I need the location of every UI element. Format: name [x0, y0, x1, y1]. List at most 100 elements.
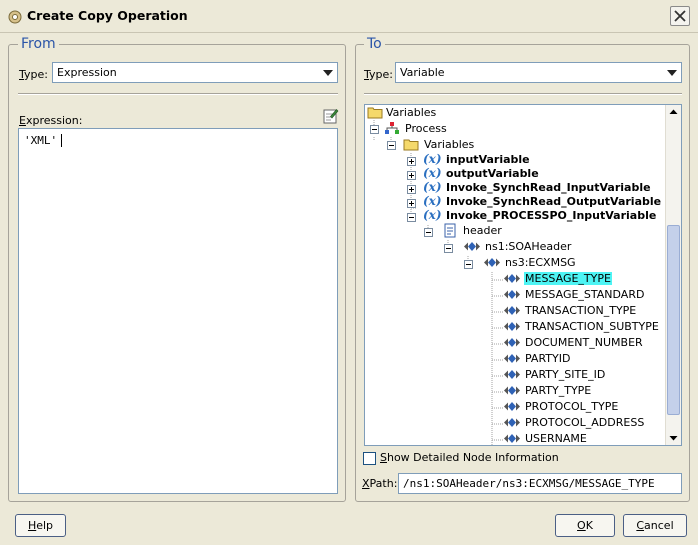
tree-node-header[interactable]: header [443, 223, 643, 239]
element-icon [504, 370, 520, 379]
to-type-label: Type: [364, 68, 393, 81]
element-icon [504, 386, 520, 395]
element-icon [504, 290, 520, 299]
expression-label: Expression: [19, 114, 83, 127]
from-type-label: Type: [19, 68, 48, 81]
chevron-down-icon [323, 70, 333, 76]
from-type-value: Expression [57, 66, 117, 79]
tree-node-variables-root[interactable]: Variables [367, 105, 567, 121]
help-button[interactable]: Help [15, 514, 66, 537]
collapse-icon[interactable] [424, 228, 433, 237]
tree-node-label: Invoke_SynchRead_InputVariable [446, 181, 651, 194]
tree-node-label: inputVariable [446, 153, 530, 166]
tree-node-label: PARTY_SITE_ID [525, 368, 606, 381]
from-type-select[interactable]: Expression [52, 62, 338, 83]
to-title: To [364, 36, 385, 52]
close-icon [674, 10, 686, 22]
collapse-icon[interactable] [387, 141, 396, 150]
collapse-icon[interactable] [370, 125, 379, 134]
xpath-input[interactable]: /ns1:SOAHeader/ns3:ECXMSG/MESSAGE_TYPE [398, 473, 682, 494]
element-icon [504, 402, 520, 411]
tree-node-party-type[interactable]: PARTY_TYPE [503, 383, 673, 399]
tree-node-transaction-type[interactable]: TRANSACTION_TYPE [503, 303, 673, 319]
tree-node-label: DOCUMENT_NUMBER [525, 336, 643, 349]
tree-node-label: Variables [386, 106, 437, 119]
tree-node-label: TRANSACTION_TYPE [525, 304, 637, 317]
arrow-up-icon [669, 109, 678, 114]
variable-icon: (x) [423, 180, 442, 194]
ok-button[interactable]: OK [555, 514, 615, 537]
variable-icon: (x) [423, 152, 442, 166]
tree-node-party-site-id[interactable]: PARTY_SITE_ID [503, 367, 673, 383]
app-icon [8, 10, 22, 24]
expand-icon[interactable] [407, 199, 416, 208]
scroll-thumb[interactable] [667, 225, 680, 415]
collapse-icon[interactable] [444, 244, 453, 253]
tree-node-label: TRANSACTION_SUBTYPE [525, 320, 659, 333]
collapse-icon[interactable] [407, 213, 416, 222]
expand-icon[interactable] [407, 157, 416, 166]
close-button[interactable] [670, 6, 690, 26]
element-icon [464, 242, 480, 251]
folder-icon [403, 139, 419, 151]
tree-node-label: header [463, 224, 502, 237]
arrow-down-icon [669, 436, 678, 441]
element-icon [504, 354, 520, 363]
collapse-icon[interactable] [464, 260, 473, 269]
tree-node-label: PROTOCOL_ADDRESS [525, 416, 645, 429]
tree-node-protocol-address[interactable]: PROTOCOL_ADDRESS [503, 415, 673, 431]
tree-node-label: Invoke_SynchRead_OutputVariable [446, 195, 662, 208]
element-icon [504, 322, 520, 331]
text-caret [61, 134, 62, 147]
tree-node-label: PARTYID [525, 352, 571, 365]
variable-icon: (x) [423, 166, 442, 180]
element-icon [504, 274, 520, 283]
edit-expression-icon[interactable] [323, 108, 339, 124]
to-separator [364, 93, 682, 95]
element-icon [504, 418, 520, 427]
tree-node-variables[interactable]: Variables [403, 137, 603, 153]
chevron-down-icon [667, 70, 677, 76]
element-icon [504, 338, 520, 347]
tree-node-username[interactable]: USERNAME [503, 431, 673, 445]
tree-node-message-standard[interactable]: MESSAGE_STANDARD [503, 287, 673, 303]
from-title: From [18, 36, 59, 52]
tree-node-label: Invoke_PROCESSPO_InputVariable [446, 209, 657, 222]
tree-node-transaction-subtype[interactable]: TRANSACTION_SUBTYPE [503, 319, 673, 335]
process-icon [385, 122, 399, 134]
tree-node-document-number[interactable]: DOCUMENT_NUMBER [503, 335, 673, 351]
tree-node-label: Variables [424, 138, 475, 151]
tree-node-partyid[interactable]: PARTYID [503, 351, 673, 367]
tree-node-soaheader[interactable]: ns1:SOAHeader [463, 239, 663, 255]
tree-node-label: PARTY_TYPE [525, 384, 592, 397]
tree-node-process[interactable]: Process [384, 121, 584, 137]
xpath-value: /ns1:SOAHeader/ns3:ECXMSG/MESSAGE_TYPE [403, 477, 655, 490]
expand-icon[interactable] [407, 185, 416, 194]
tree-node-ecxmsg[interactable]: ns3:ECXMSG [483, 255, 681, 271]
variable-icon: (x) [423, 194, 442, 208]
expression-input[interactable]: 'XML' [18, 128, 338, 494]
scroll-down-button[interactable] [666, 431, 681, 445]
from-separator [18, 93, 338, 95]
show-detail-label: Show Detailed Node Information [380, 451, 559, 464]
to-type-value: Variable [400, 66, 445, 79]
scroll-up-button[interactable] [666, 105, 681, 119]
tree-node-label: outputVariable [446, 167, 539, 180]
tree-node-processpo-input[interactable]: (x) Invoke_PROCESSPO_InputVariable [423, 208, 663, 224]
cancel-button[interactable]: Cancel [623, 514, 687, 537]
tree-node-label-selected: MESSAGE_TYPE [524, 272, 612, 285]
variable-tree[interactable]: Variables Process Variables (x) inputVar… [364, 104, 682, 446]
to-type-select[interactable]: Variable [395, 62, 682, 83]
folder-icon [367, 107, 383, 119]
element-icon [484, 258, 500, 267]
show-detail-checkbox[interactable] [363, 452, 376, 465]
message-part-icon [444, 223, 456, 238]
element-icon [504, 306, 520, 315]
tree-scrollbar[interactable] [665, 105, 681, 445]
window-title: Create Copy Operation [27, 8, 188, 23]
expand-icon[interactable] [407, 171, 416, 180]
title-bar: Create Copy Operation [0, 0, 698, 33]
tree-node-label: PROTOCOL_TYPE [525, 400, 619, 413]
tree-node-protocol-type[interactable]: PROTOCOL_TYPE [503, 399, 673, 415]
tree-node-message-type[interactable]: MESSAGE_TYPE [503, 271, 673, 287]
